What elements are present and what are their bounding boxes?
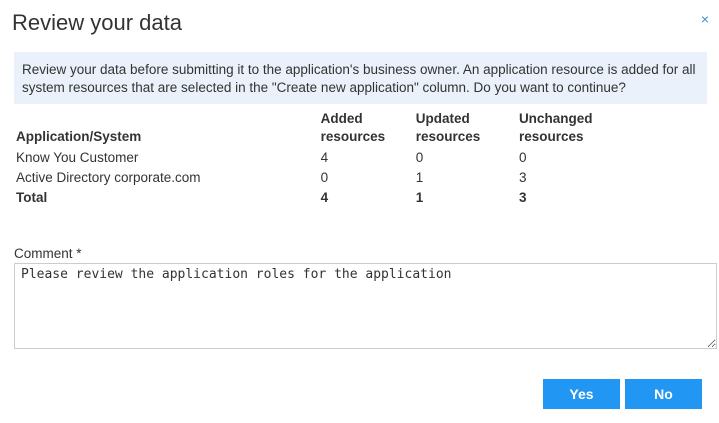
total-label: Total <box>16 190 48 205</box>
cell-unchanged: 0 <box>518 150 527 165</box>
table-header-row: Application/System Added resources Updat… <box>16 108 616 148</box>
table-total-row: Total 4 1 3 <box>16 188 616 208</box>
table-row: Active Directory corporate.com 0 1 3 <box>16 168 616 188</box>
info-message: Review your data before submitting it to… <box>14 52 707 104</box>
comment-label: Comment * <box>14 246 82 261</box>
header-application-system: Application/System <box>16 129 142 144</box>
cell-application: Active Directory corporate.com <box>16 170 201 185</box>
cell-added: 0 <box>320 170 329 185</box>
total-updated: 1 <box>415 190 424 205</box>
dialog-title: Review your data <box>12 10 182 35</box>
cell-unchanged: 3 <box>518 170 527 185</box>
cell-application: Know You Customer <box>16 150 139 165</box>
table-row: Know You Customer 4 0 0 <box>16 148 616 168</box>
no-button[interactable]: No <box>625 379 702 409</box>
summary-table: Application/System Added resources Updat… <box>16 108 616 208</box>
total-unchanged: 3 <box>518 190 527 205</box>
cell-updated: 0 <box>415 150 424 165</box>
header-updated-resources: Updated resources <box>415 111 481 144</box>
cell-added: 4 <box>320 150 329 165</box>
close-icon[interactable]: × <box>698 12 712 26</box>
header-added-resources: Added resources <box>320 111 386 144</box>
total-added: 4 <box>320 190 329 205</box>
review-dialog: Review your data × Review your data befo… <box>0 0 719 423</box>
header-unchanged-resources: Unchanged resources <box>518 111 593 144</box>
comment-textarea[interactable]: Please review the application roles for … <box>14 263 717 349</box>
cell-updated: 1 <box>415 170 424 185</box>
yes-button[interactable]: Yes <box>543 379 620 409</box>
